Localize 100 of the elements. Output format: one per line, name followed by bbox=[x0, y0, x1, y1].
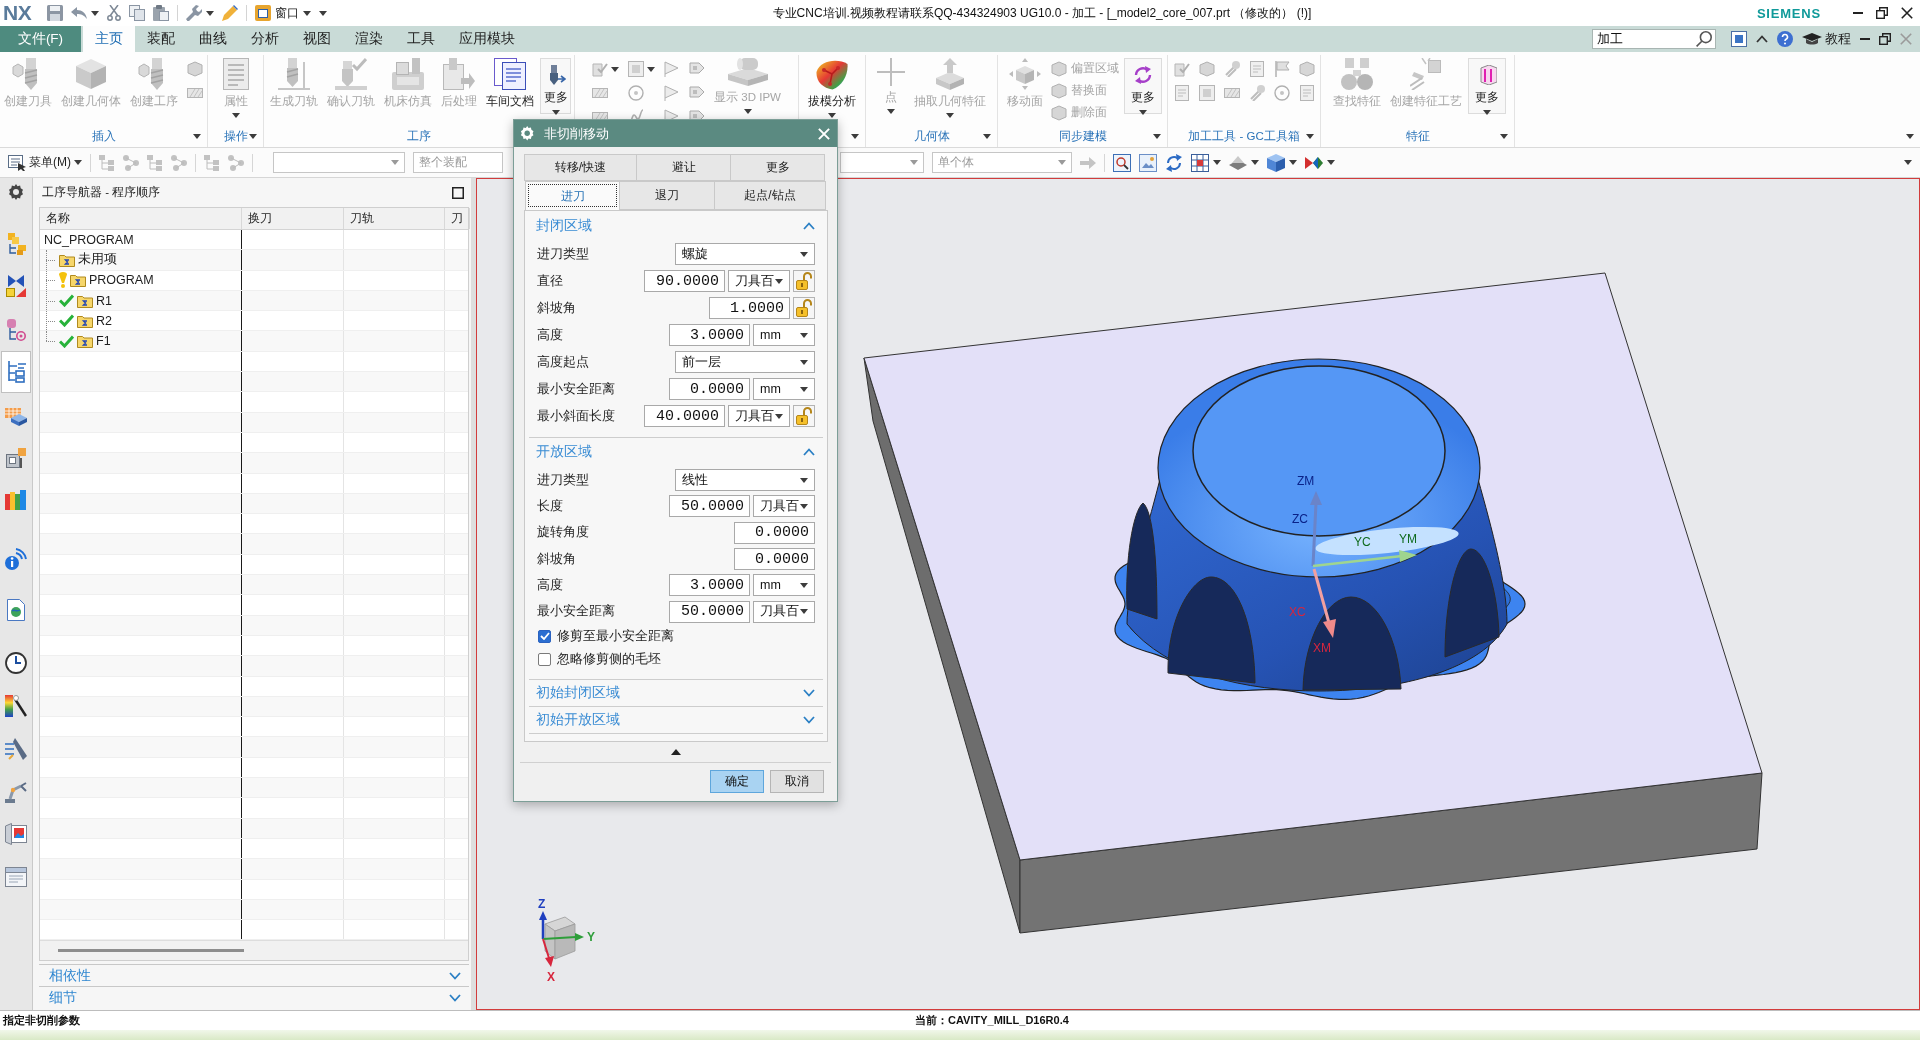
caret-icon[interactable] bbox=[193, 133, 201, 139]
tree-nodes-icon[interactable] bbox=[228, 154, 244, 171]
unit-dropdown[interactable]: mm bbox=[753, 574, 815, 597]
type-dropdown[interactable]: 线性 bbox=[675, 469, 815, 492]
close-button[interactable] bbox=[818, 127, 830, 140]
document-icon[interactable] bbox=[1248, 61, 1265, 77]
ok-button[interactable]: 确定 bbox=[710, 770, 764, 793]
checkbox[interactable] bbox=[538, 652, 551, 666]
column-header[interactable]: 刀 bbox=[445, 208, 470, 229]
view-triad-icon[interactable] bbox=[539, 911, 584, 967]
dialog-tab[interactable]: 更多 bbox=[730, 154, 825, 181]
triangle-flag-icon[interactable] bbox=[664, 61, 681, 77]
filter-dropdown[interactable] bbox=[840, 152, 924, 173]
hatched-panel-icon[interactable] bbox=[1223, 85, 1240, 101]
hexagon-icon[interactable] bbox=[1298, 61, 1315, 77]
unit-dropdown[interactable]: 刀具百 bbox=[728, 270, 790, 292]
checkbox[interactable] bbox=[538, 629, 551, 643]
caret-icon[interactable] bbox=[1327, 160, 1335, 165]
file-menu-tab[interactable]: 文件(F) bbox=[0, 26, 81, 52]
target-icon[interactable] bbox=[628, 85, 645, 101]
ribbon-tab[interactable]: 视图 bbox=[291, 26, 343, 52]
document-icon[interactable] bbox=[1298, 85, 1315, 101]
caret-icon[interactable] bbox=[91, 10, 100, 16]
hexagon-icon[interactable] bbox=[187, 61, 203, 77]
caret-icon[interactable] bbox=[1289, 160, 1297, 165]
unit-dropdown[interactable]: 刀具百 bbox=[753, 600, 815, 623]
unit-dropdown[interactable]: mm bbox=[753, 378, 815, 400]
number-field[interactable]: 1.0000 bbox=[709, 297, 790, 319]
chevron-up-icon[interactable] bbox=[1756, 35, 1768, 43]
number-field[interactable]: 40.0000 bbox=[644, 405, 725, 427]
restore-icon[interactable] bbox=[1879, 33, 1891, 45]
tree-node[interactable]: F1 bbox=[96, 334, 111, 349]
column-header[interactable]: 换刀 bbox=[242, 208, 344, 229]
tag-icon[interactable] bbox=[689, 61, 706, 77]
ribbon-tab[interactable]: 应用模块 bbox=[447, 26, 527, 52]
fit-view-icon[interactable] bbox=[1113, 153, 1131, 172]
tree-node[interactable]: PROGRAM bbox=[89, 273, 154, 288]
ribbon-tab[interactable]: 分析 bbox=[239, 26, 291, 52]
square-icon[interactable] bbox=[1198, 85, 1215, 101]
window-menu[interactable]: 窗口 bbox=[255, 4, 312, 22]
scrollbar-thumb[interactable] bbox=[58, 949, 244, 952]
caret-icon[interactable] bbox=[647, 66, 656, 72]
menu-button[interactable]: 菜单(M) bbox=[8, 154, 82, 171]
ribbon-tab[interactable]: 主页 bbox=[83, 26, 135, 52]
save-icon[interactable] bbox=[47, 5, 64, 21]
column-header[interactable]: 名称 bbox=[40, 208, 242, 229]
restore-icon[interactable] bbox=[1876, 7, 1888, 19]
ribbon-tab[interactable]: 渲染 bbox=[343, 26, 395, 52]
tree-nodes-icon[interactable] bbox=[123, 154, 139, 171]
number-field[interactable]: 0.0000 bbox=[669, 378, 750, 400]
dialog-tab[interactable]: 转移/快速 bbox=[524, 154, 637, 181]
collapse-arrow-icon[interactable] bbox=[670, 749, 681, 755]
hatched-panel-icon[interactable] bbox=[187, 85, 203, 101]
dialog-tab[interactable]: 起点/钻点 bbox=[714, 181, 826, 210]
cube-icon[interactable] bbox=[1267, 153, 1285, 172]
caret-icon[interactable] bbox=[1306, 133, 1314, 139]
help-icon[interactable] bbox=[1777, 31, 1793, 47]
tree-node[interactable]: R1 bbox=[96, 293, 112, 308]
caret-icon[interactable] bbox=[1500, 133, 1508, 139]
ribbon-button[interactable]: 拔模分析 bbox=[805, 55, 859, 118]
settings-icon[interactable] bbox=[8, 184, 24, 200]
help-menu[interactable]: 教程 bbox=[1825, 30, 1851, 48]
unit-dropdown[interactable]: 刀具百 bbox=[753, 495, 815, 518]
triangles-icon[interactable] bbox=[1305, 154, 1323, 171]
document-icon[interactable] bbox=[1173, 85, 1190, 101]
column-header[interactable]: 刀轨 bbox=[344, 208, 445, 229]
dialog-tab[interactable]: 退刀 bbox=[619, 181, 715, 210]
refresh-icon[interactable] bbox=[1165, 153, 1183, 172]
unit-dropdown[interactable]: 刀具百 bbox=[728, 405, 790, 427]
number-field[interactable]: 90.0000 bbox=[644, 270, 725, 292]
shaded-shape-icon[interactable] bbox=[1229, 155, 1247, 170]
pencil-icon[interactable] bbox=[222, 5, 239, 21]
number-field[interactable]: 3.0000 bbox=[669, 324, 750, 346]
tree-node[interactable]: 未用项 bbox=[78, 251, 117, 269]
close-icon[interactable] bbox=[1901, 7, 1913, 19]
type-dropdown[interactable]: 前一层 bbox=[675, 351, 815, 373]
tree-nodes-icon[interactable] bbox=[99, 154, 115, 171]
type-dropdown[interactable]: 螺旋 bbox=[675, 243, 815, 265]
number-field[interactable]: 50.0000 bbox=[669, 495, 750, 518]
caret-icon[interactable] bbox=[983, 133, 991, 139]
tree-nodes-icon[interactable] bbox=[171, 154, 187, 171]
ribbon-tab[interactable]: 工具 bbox=[395, 26, 447, 52]
caret-icon[interactable] bbox=[1213, 160, 1221, 165]
dialog-tab[interactable]: 进刀 bbox=[525, 181, 620, 210]
graduation-cap-icon[interactable] bbox=[1802, 33, 1822, 45]
tree-node[interactable]: NC_PROGRAM bbox=[44, 232, 134, 247]
flag-icon[interactable] bbox=[1273, 61, 1290, 77]
square-frame-icon[interactable] bbox=[1731, 31, 1747, 47]
ribbon-tab[interactable]: 曲线 bbox=[187, 26, 239, 52]
caret-icon[interactable] bbox=[249, 133, 257, 139]
section-header[interactable]: 相依性 bbox=[39, 964, 469, 986]
tag-icon[interactable] bbox=[689, 85, 706, 101]
dialog-tab[interactable]: 避让 bbox=[636, 154, 731, 181]
target-icon[interactable] bbox=[1273, 85, 1290, 101]
check-panel-icon[interactable] bbox=[1173, 61, 1190, 77]
number-field[interactable]: 50.0000 bbox=[669, 600, 750, 623]
caret-icon[interactable] bbox=[611, 66, 620, 72]
ribbon-button[interactable]: 更多 bbox=[540, 58, 571, 114]
scissors-icon[interactable] bbox=[107, 5, 122, 21]
caret-icon[interactable] bbox=[1906, 133, 1914, 139]
